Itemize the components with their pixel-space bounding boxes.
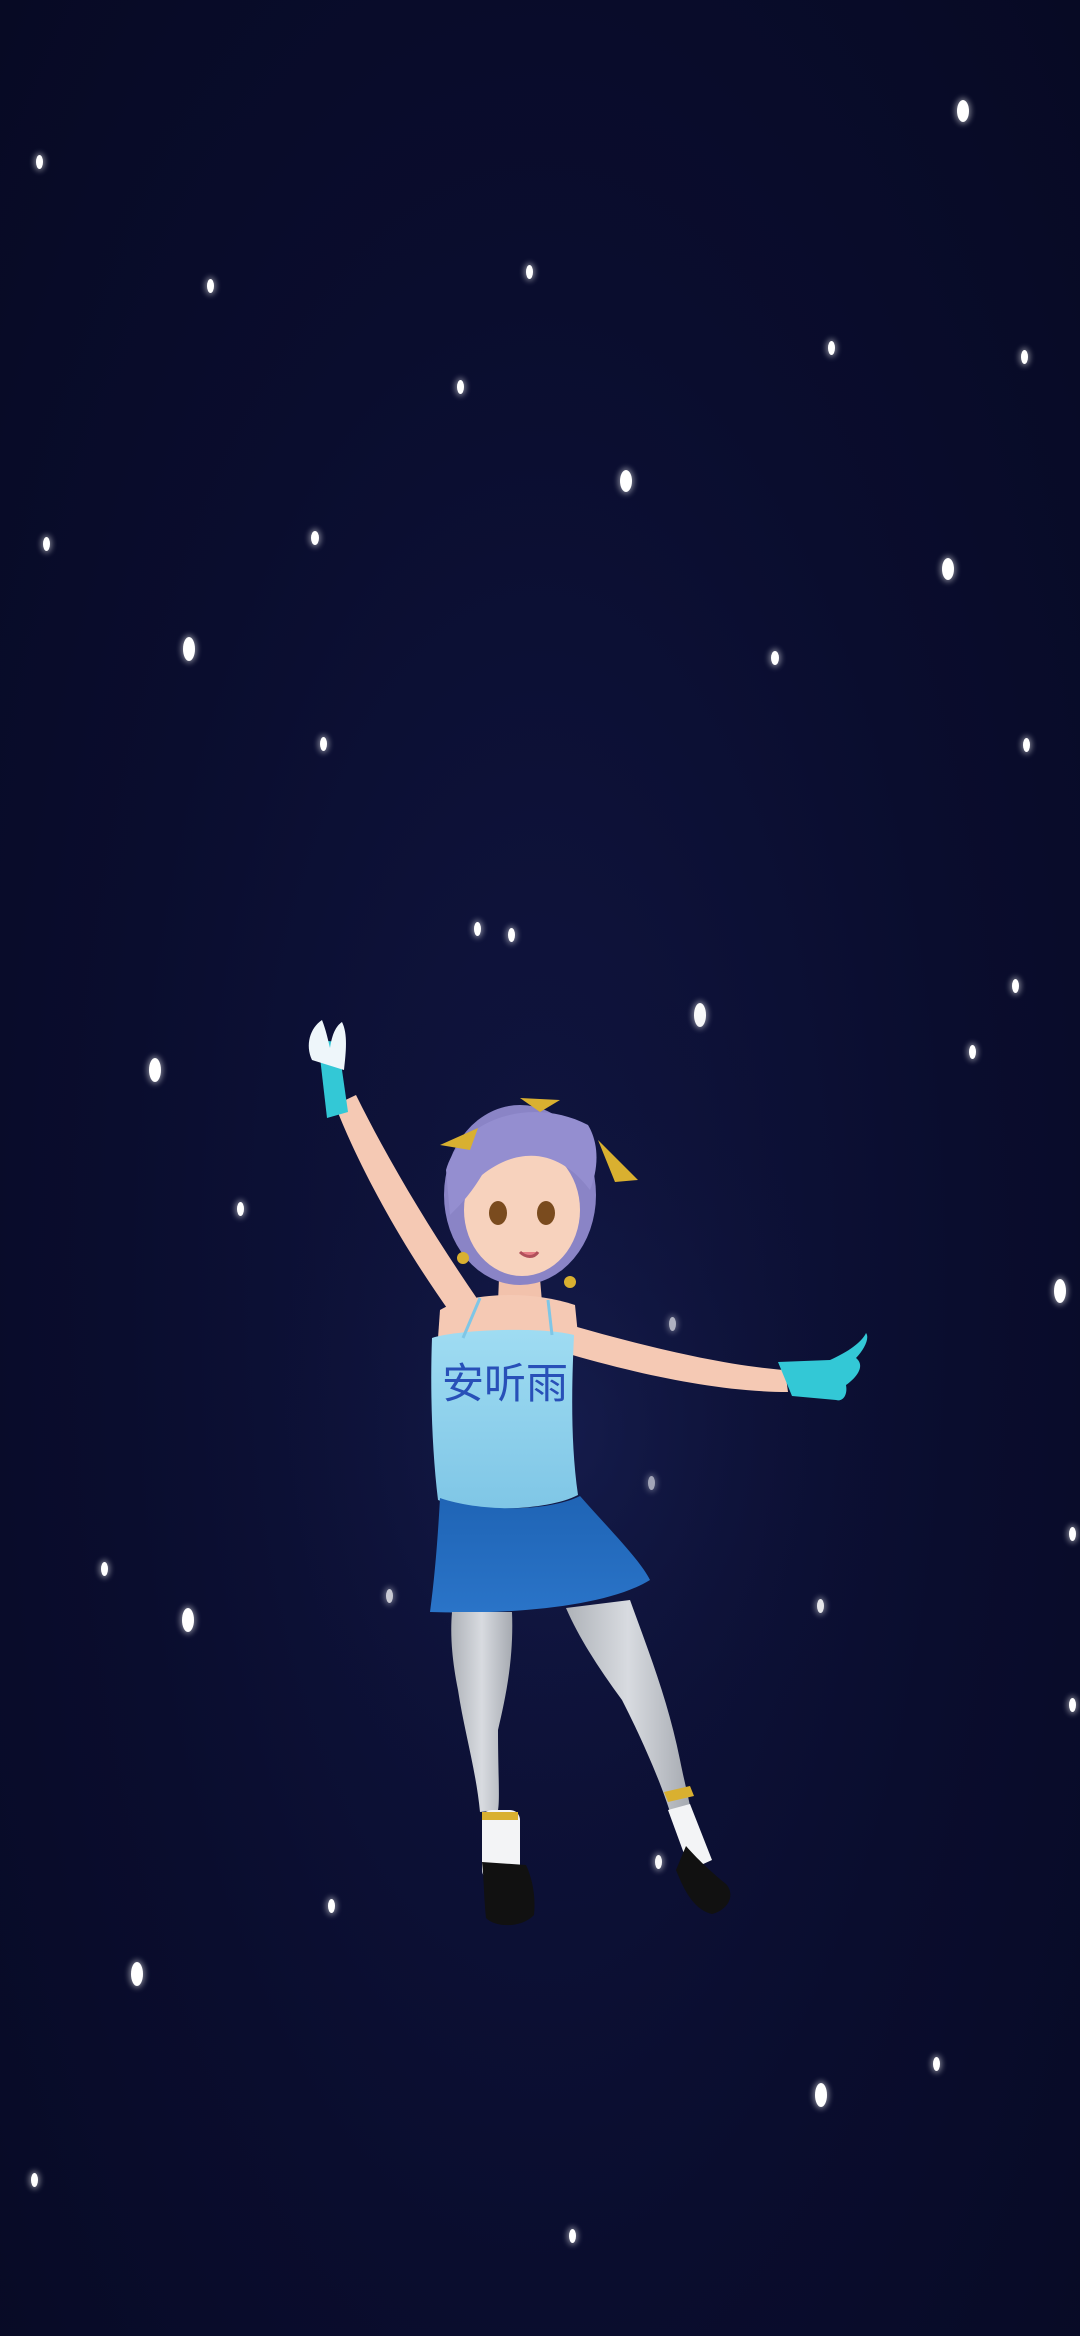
right-eye: [537, 1201, 555, 1225]
left-anklet: [482, 1812, 518, 1820]
shirt-print: 安听雨: [442, 1359, 568, 1408]
dancing-girl-figure: 安听雨: [200, 950, 920, 1926]
camisole-top: [431, 1329, 578, 1509]
mouth: [518, 1250, 540, 1258]
snowy-night-scene: 安听雨: [0, 0, 1080, 2336]
left-eye: [489, 1201, 507, 1225]
left-earring: [457, 1252, 469, 1264]
left-shoe: [482, 1862, 535, 1926]
right-earring: [564, 1276, 576, 1288]
